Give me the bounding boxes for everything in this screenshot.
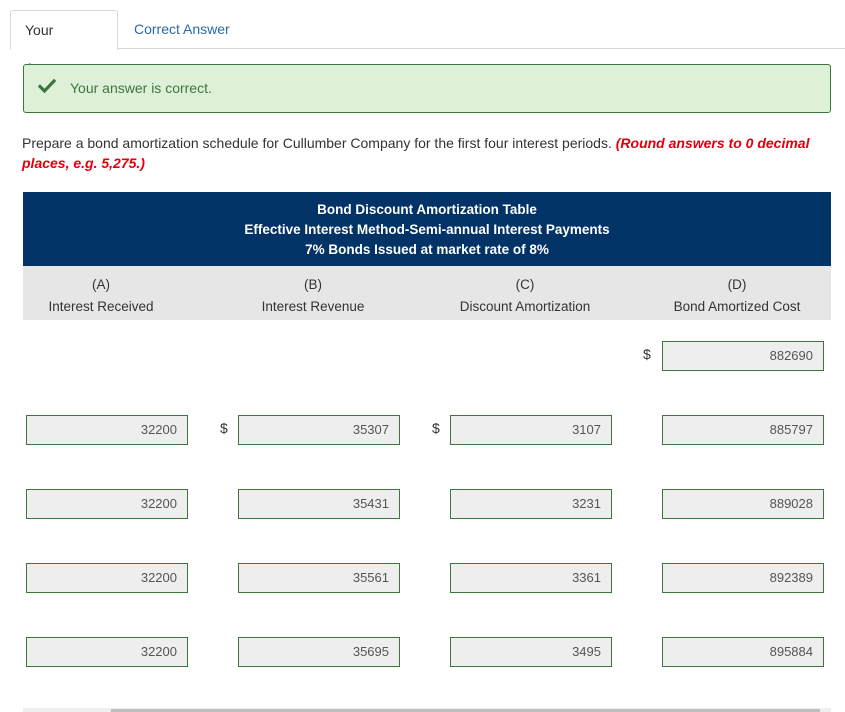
- tab-your-answer[interactable]: Your Answer: [10, 10, 118, 76]
- column-header-b: (B) Interest Revenue: [213, 274, 413, 318]
- table-title: Bond Discount Amortization Table Effecti…: [23, 192, 831, 266]
- column-letter-a: (A): [92, 277, 110, 292]
- column-letter-b: (B): [304, 277, 322, 292]
- interest-revenue-field[interactable]: 35431: [238, 489, 400, 519]
- checkmark-icon: [38, 78, 56, 94]
- column-header-d: (D) Bond Amortized Cost: [637, 274, 837, 318]
- table-title-line-1: Bond Discount Amortization Table: [317, 202, 537, 217]
- initial-bond-cost-field[interactable]: 882690: [662, 341, 824, 371]
- answer-tabs: Your Answer Correct Answer: [10, 10, 845, 76]
- dollar-sign: $: [432, 420, 440, 436]
- success-alert: Your answer is correct.: [23, 64, 831, 113]
- question-text: Prepare a bond amortization schedule for…: [22, 133, 822, 173]
- column-label-b: Interest Revenue: [261, 299, 365, 314]
- table-title-line-3: 7% Bonds Issued at market rate of 8%: [305, 242, 549, 257]
- interest-received-field[interactable]: 32200: [26, 563, 188, 593]
- column-letter-c: (C): [515, 277, 535, 292]
- interest-revenue-field[interactable]: 35307: [238, 415, 400, 445]
- bond-amortized-cost-field[interactable]: 895884: [662, 637, 824, 667]
- discount-amortization-field[interactable]: 3107: [450, 415, 612, 445]
- column-headers: (A) Interest Received (B) Interest Reven…: [23, 266, 831, 320]
- dollar-sign: $: [643, 346, 651, 362]
- discount-amortization-field[interactable]: 3361: [450, 563, 612, 593]
- interest-received-field[interactable]: 32200: [26, 415, 188, 445]
- table-title-line-2: Effective Interest Method-Semi-annual In…: [244, 222, 610, 237]
- column-label-a: Interest Received: [48, 299, 154, 314]
- bond-amortized-cost-field[interactable]: 889028: [662, 489, 824, 519]
- interest-revenue-field[interactable]: 35695: [238, 637, 400, 667]
- discount-amortization-field[interactable]: 3495: [450, 637, 612, 667]
- interest-received-field[interactable]: 32200: [26, 637, 188, 667]
- column-label-c: Discount Amortization: [459, 299, 591, 314]
- interest-received-field[interactable]: 32200: [26, 489, 188, 519]
- column-header-a: (A) Interest Received: [1, 274, 201, 318]
- column-header-c: (C) Discount Amortization: [425, 274, 625, 318]
- column-label-d: Bond Amortized Cost: [673, 299, 801, 314]
- interest-revenue-field[interactable]: 35561: [238, 563, 400, 593]
- bond-amortized-cost-field[interactable]: 885797: [662, 415, 824, 445]
- dollar-sign: $: [220, 420, 228, 436]
- question-prompt: Prepare a bond amortization schedule for…: [22, 135, 616, 151]
- bond-amortized-cost-field[interactable]: 892389: [662, 563, 824, 593]
- tab-correct-answer[interactable]: Correct Answer: [120, 10, 244, 50]
- discount-amortization-field[interactable]: 3231: [450, 489, 612, 519]
- column-letter-d: (D): [727, 277, 747, 292]
- alert-message: Your answer is correct.: [70, 80, 212, 96]
